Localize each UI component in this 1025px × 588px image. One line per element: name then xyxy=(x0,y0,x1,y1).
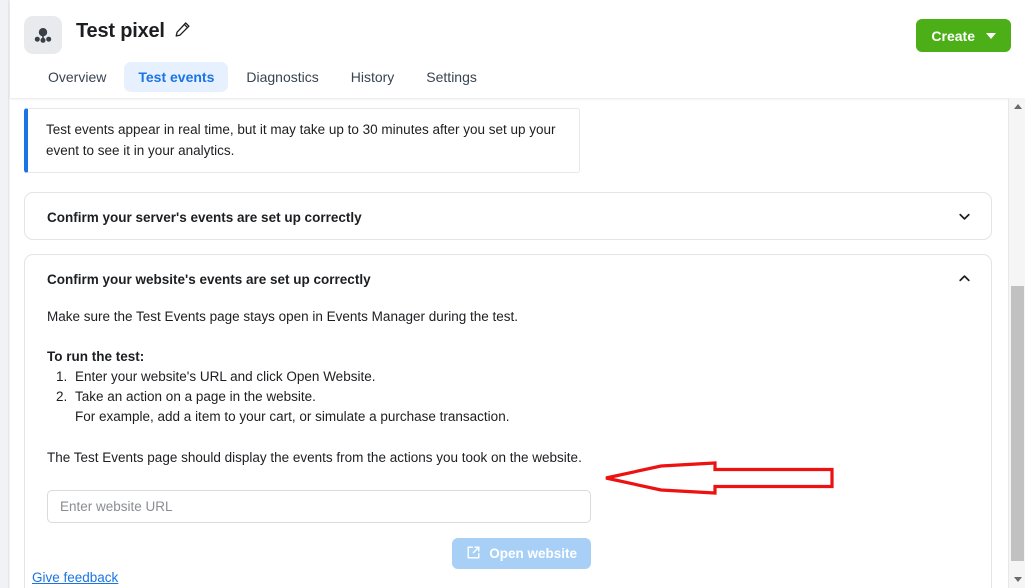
list-item: Enter your website's URL and click Open … xyxy=(71,367,969,387)
pencil-icon[interactable] xyxy=(174,21,191,43)
tab-settings[interactable]: Settings xyxy=(412,62,491,92)
chevron-down-icon[interactable] xyxy=(958,210,971,223)
tab-overview[interactable]: Overview xyxy=(34,62,120,92)
scroll-thumb[interactable] xyxy=(1011,286,1024,561)
give-feedback-link[interactable]: Give feedback xyxy=(32,570,118,585)
info-banner: Test events appear in real time, but it … xyxy=(24,108,580,173)
page-title-row: Test pixel xyxy=(76,20,191,43)
page-header: Test pixel Create Overview Test events D… xyxy=(10,0,1025,98)
pixel-dots-icon xyxy=(24,16,62,54)
website-events-card-body: Make sure the Test Events page stays ope… xyxy=(25,307,991,569)
run-test-label: To run the test: xyxy=(47,349,145,364)
open-website-button-row: Open website xyxy=(47,538,591,569)
website-events-card-header[interactable]: Confirm your website's events are set up… xyxy=(25,255,991,303)
website-card-closing-text: The Test Events page should display the … xyxy=(47,450,582,465)
app-root: Test pixel Create Overview Test events D… xyxy=(0,0,1025,588)
server-events-card-header[interactable]: Confirm your server's events are set up … xyxy=(25,193,991,241)
test-steps-list: Enter your website's URL and click Open … xyxy=(47,367,969,427)
open-website-button[interactable]: Open website xyxy=(452,538,591,569)
vertical-scrollbar[interactable] xyxy=(1008,98,1025,588)
info-banner-text: Test events appear in real time, but it … xyxy=(46,122,556,158)
scrollable-content-area: Test events appear in real time, but it … xyxy=(10,98,1025,588)
tab-test-events[interactable]: Test events xyxy=(124,62,229,92)
create-button[interactable]: Create xyxy=(916,19,1011,52)
scroll-up-arrow-icon[interactable] xyxy=(1009,98,1025,115)
website-events-card: Confirm your website's events are set up… xyxy=(24,254,992,588)
server-events-card[interactable]: Confirm your server's events are set up … xyxy=(24,192,992,240)
left-gutter xyxy=(0,0,9,588)
open-website-button-label: Open website xyxy=(489,546,577,561)
tab-history[interactable]: History xyxy=(337,62,409,92)
tab-diagnostics[interactable]: Diagnostics xyxy=(232,62,332,92)
step-2-text: Take an action on a page in the website. xyxy=(75,389,316,404)
chevron-up-icon[interactable] xyxy=(958,272,971,285)
scroll-down-arrow-icon[interactable] xyxy=(1009,571,1025,588)
page-title: Test pixel xyxy=(76,20,165,42)
tab-bar: Overview Test events Diagnostics History… xyxy=(34,62,491,92)
website-events-card-title: Confirm your website's events are set up… xyxy=(47,271,371,287)
step-1-text: Enter your website's URL and click Open … xyxy=(75,369,376,384)
website-url-input[interactable] xyxy=(47,490,591,523)
external-link-icon xyxy=(466,545,481,563)
step-2-subtext: For example, add a item to your cart, or… xyxy=(75,409,510,424)
website-card-lead-text: Make sure the Test Events page stays ope… xyxy=(47,309,519,324)
caret-down-icon xyxy=(986,32,996,39)
list-item: Take an action on a page in the website.… xyxy=(71,387,969,427)
server-events-card-title: Confirm your server's events are set up … xyxy=(47,209,362,225)
create-button-label: Create xyxy=(931,27,975,44)
